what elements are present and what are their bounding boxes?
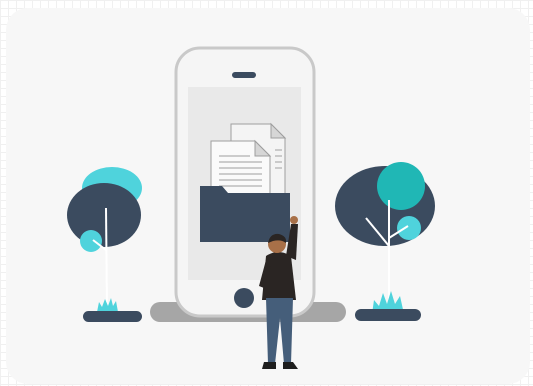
documents: [200, 122, 290, 242]
person-legs: [266, 298, 293, 364]
left-tree-small-foliage: [80, 230, 102, 252]
person-raised-hand: [290, 216, 298, 224]
left-tree-planter: [83, 311, 142, 322]
right-tree-small-foliage: [397, 216, 421, 240]
phone-home-button: [234, 288, 254, 308]
left-tree-navy-foliage: [67, 183, 141, 247]
right-tree-teal-foliage: [377, 162, 425, 210]
folder-icon: [200, 186, 290, 242]
person-left-shoe: [262, 362, 276, 369]
right-tree: [335, 162, 435, 321]
person-right-shoe: [283, 362, 298, 369]
left-tree-trunk: [105, 207, 108, 311]
illustration: [67, 46, 435, 369]
left-tree: [67, 167, 142, 322]
phone-speaker: [232, 72, 256, 78]
right-tree-planter: [355, 309, 421, 321]
canvas: [0, 0, 533, 386]
